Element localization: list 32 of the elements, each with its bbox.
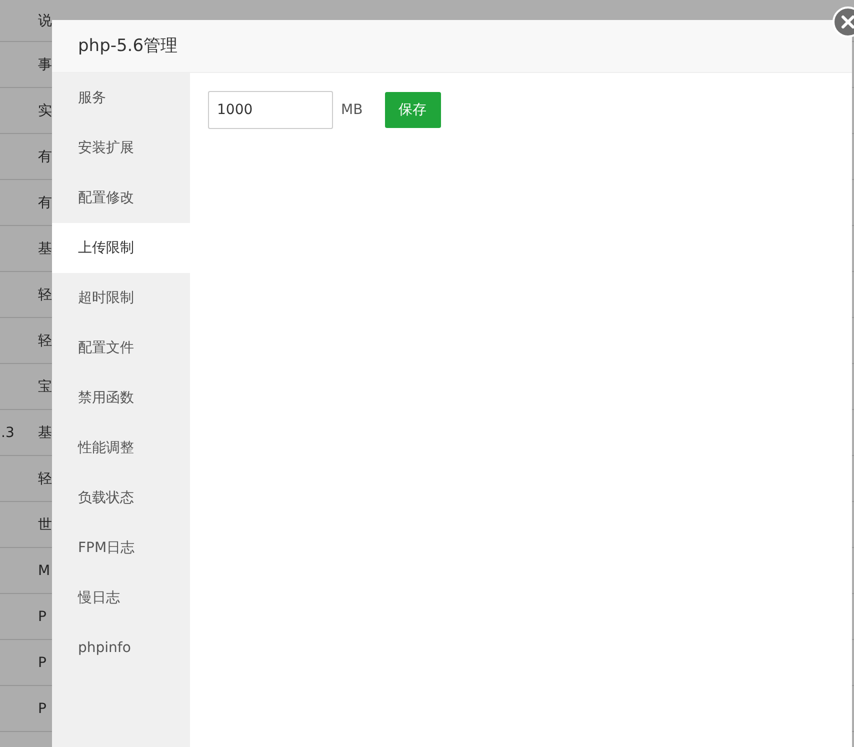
dialog-title: php-5.6管理 (52, 20, 852, 73)
table-cell: P (38, 700, 46, 716)
sidebar-tab[interactable]: FPM日志 (52, 523, 190, 573)
table-cell: 基 (38, 424, 52, 442)
sidebar-tab[interactable]: 禁用函数 (52, 373, 190, 423)
sidebar-tab[interactable]: 配置修改 (52, 173, 190, 223)
table-cell: 轻 (38, 332, 52, 350)
table-cell: 轻 (38, 286, 52, 304)
table-cell: P (38, 608, 46, 624)
table-cell: 实 (38, 102, 52, 120)
table-cell: 有 (38, 194, 52, 212)
sidebar-tab[interactable]: 配置文件 (52, 323, 190, 373)
sidebar-tab[interactable]: 超时限制 (52, 273, 190, 323)
table-cell: .3 (1, 424, 14, 440)
table-cell: 有 (38, 148, 52, 166)
sidebar-tab[interactable]: 安装扩展 (52, 123, 190, 173)
table-cell: 宝 (38, 378, 52, 396)
table-cell: 轻 (38, 470, 52, 488)
table-cell: 事 (38, 56, 52, 74)
table-cell: P (38, 654, 46, 670)
table-cell: 基 (38, 240, 52, 258)
sidebar-tab[interactable]: 慢日志 (52, 573, 190, 623)
column-header: 说 (38, 12, 52, 30)
sidebar-tab[interactable]: 负载状态 (52, 473, 190, 523)
table-cell: M (38, 562, 50, 578)
sidebar-tab[interactable]: phpinfo (52, 623, 190, 673)
table-cell: 世 (38, 516, 52, 534)
unit-label: MB (341, 101, 363, 120)
sidebar-tab[interactable]: 服务 (52, 73, 190, 123)
size-input[interactable]: 1000 (208, 91, 333, 129)
sidebar-tab[interactable]: 性能调整 (52, 423, 190, 473)
sidebar-tab[interactable]: 上传限制 (52, 223, 190, 273)
